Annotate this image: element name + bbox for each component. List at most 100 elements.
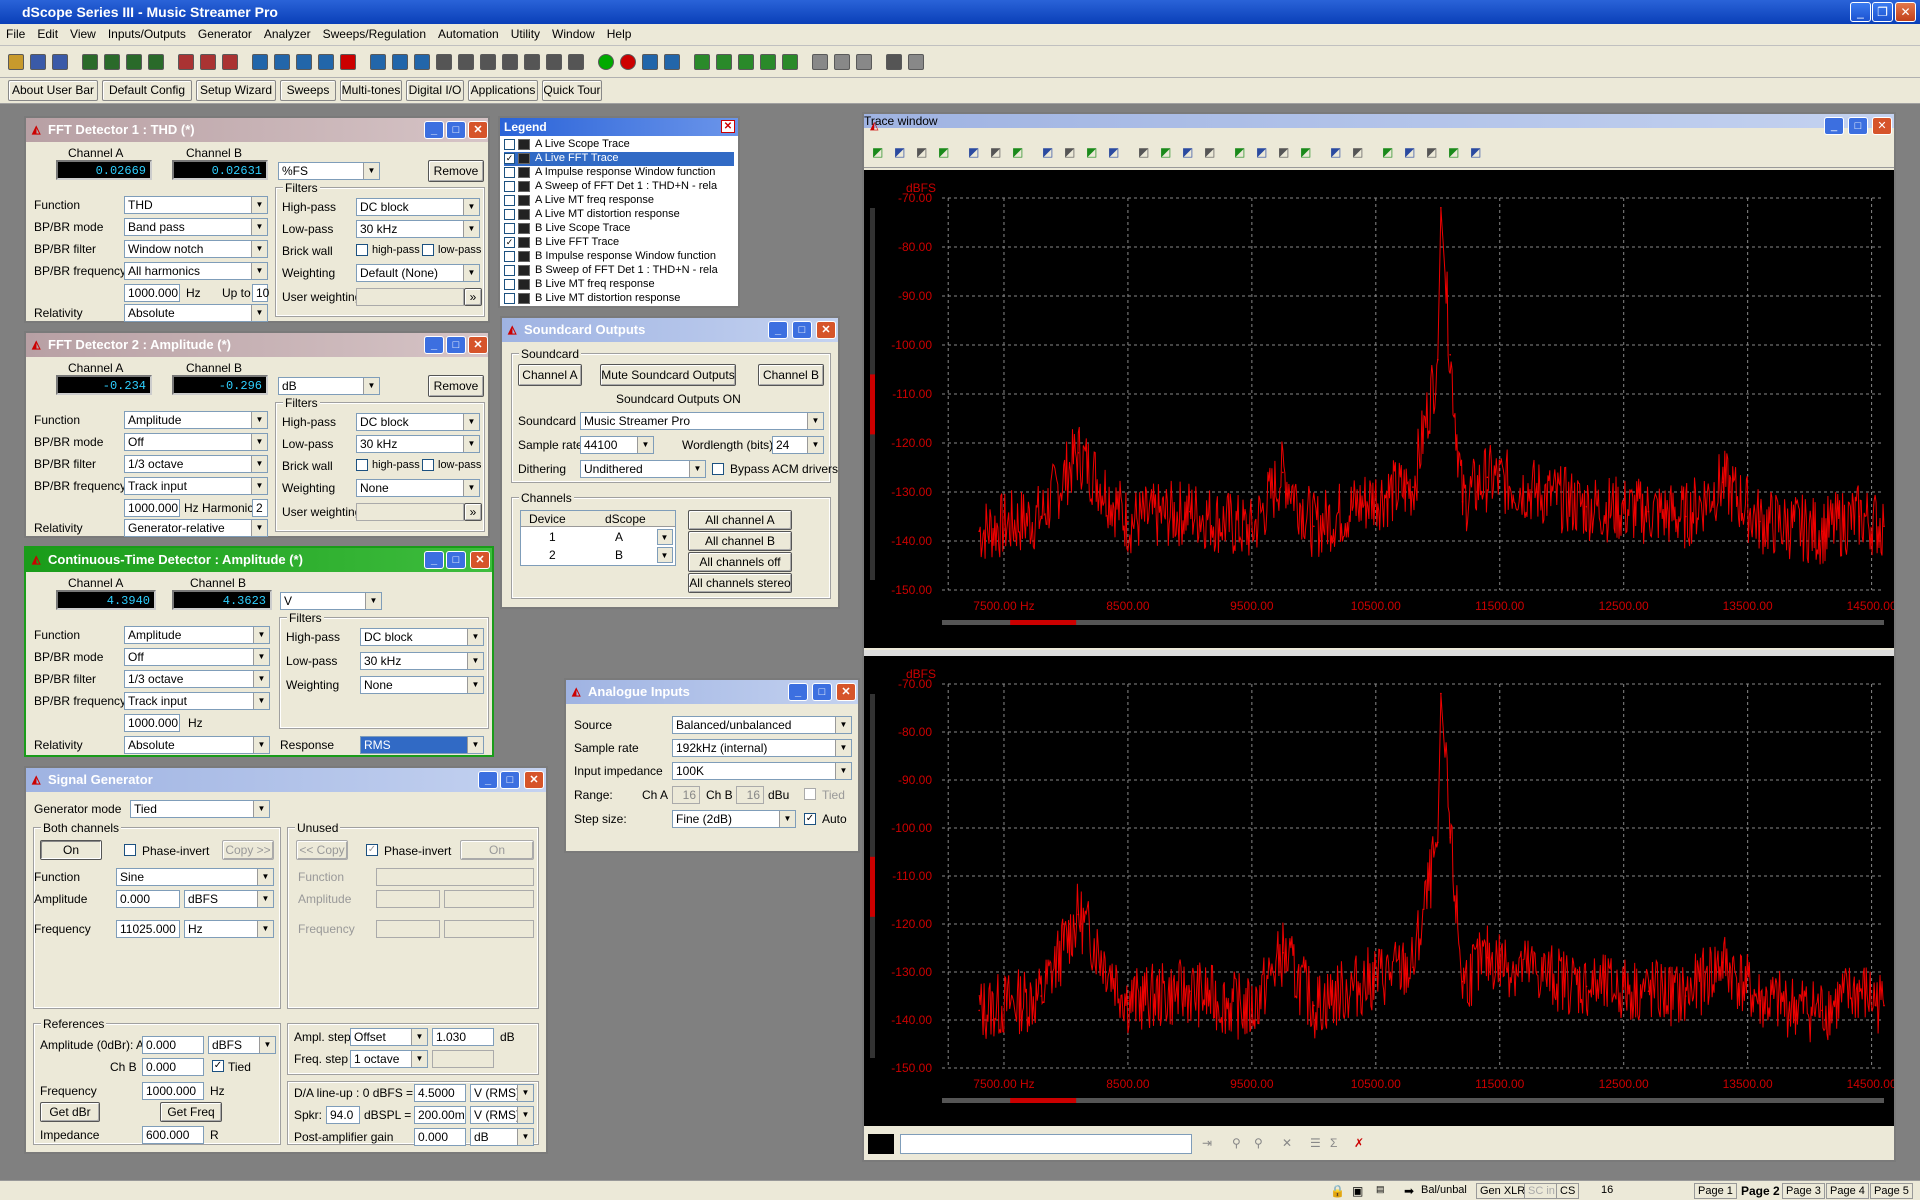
menu-analyzer[interactable]: Analyzer [258,24,317,44]
legend-checkbox[interactable] [504,208,515,220]
legend-checkbox[interactable] [504,180,515,192]
clear-icon[interactable]: ✗ [1354,1136,1364,1150]
scope-3-icon[interactable] [414,54,430,70]
run-green-icon[interactable] [598,54,614,70]
weighting-select[interactable]: None ▼ [360,676,484,694]
marker-1-icon[interactable]: ◩ [1330,145,1341,159]
input-c-icon[interactable] [296,54,312,70]
bpbr-mode-select[interactable]: Off ▼ [124,648,270,666]
input-a-icon[interactable] [252,54,268,70]
spkr-input[interactable]: 94.0 [326,1106,360,1124]
bypass-acm-checkbox[interactable] [712,463,724,475]
amplitude-unit-select[interactable]: dBFS ▼ [184,890,274,908]
legend-checkbox[interactable] [504,264,515,276]
magnify-2-icon[interactable]: ◩ [1256,145,1267,159]
scale-icon[interactable]: ◩ [1278,145,1289,159]
legend-item[interactable]: ✓ B Live FFT Trace [504,236,734,250]
legend-checkbox[interactable]: ✓ [504,236,515,248]
legend-item[interactable]: B Sweep of FFT Det 1 : THD+N - rela [504,264,734,278]
restore-icon[interactable]: ❐ [1872,2,1893,22]
function-select[interactable]: Amplitude ▼ [124,411,268,429]
remove-button[interactable]: Remove [428,160,484,182]
relativity-select[interactable]: Generator-relative ▼ [124,519,268,537]
da-lineup-unit-select[interactable]: V (RMS) ▼ [470,1084,534,1102]
menu-inputs-outputs[interactable]: Inputs/Outputs [102,24,192,44]
page-2-tab[interactable]: Page 2 [1738,1183,1783,1199]
settings-1-icon[interactable]: ◩ [1426,145,1437,159]
maximize-icon[interactable]: □ [446,336,466,354]
function-select[interactable]: Amplitude ▼ [124,626,270,644]
bpbr-mode-select[interactable]: Off ▼ [124,433,268,451]
grid-icon[interactable]: ◩ [1042,145,1053,159]
table-row[interactable]: 1 A ▼ [521,529,675,546]
gen-out-c-icon[interactable] [126,54,142,70]
menu-window[interactable]: Window [546,24,601,44]
brickwall-lowpass-checkbox[interactable] [422,244,434,256]
all-channel-b-button[interactable]: All channel B [688,531,792,551]
fft-2-icon[interactable] [458,54,474,70]
legend-checkbox[interactable] [504,194,515,206]
legend-checkbox[interactable] [504,138,515,150]
dbspl-unit-select[interactable]: V (RMS) ▼ [470,1106,534,1124]
bpbr-frequency-select[interactable]: Track input ▼ [124,692,270,710]
legend-checkbox[interactable]: ✓ [504,152,515,164]
graph-1-icon[interactable] [812,54,828,70]
legend-item[interactable]: A Live MT distortion response [504,208,734,222]
marker-3-icon[interactable]: ◩ [1382,145,1393,159]
ref-amplitude-b-input[interactable]: 0.000 [142,1058,204,1076]
userbar-sweeps-button[interactable]: Sweeps [280,80,336,101]
sweep-1-icon[interactable]: ◩ [1138,145,1149,159]
page-5-tab[interactable]: Page 5 [1870,1183,1913,1199]
minimize-icon[interactable]: _ [768,321,788,339]
legend-item[interactable]: B Live Scope Trace [504,222,734,236]
highpass-select[interactable]: DC block ▼ [360,628,484,646]
close-icon[interactable]: ✕ [524,771,544,789]
post-amp-gain-input[interactable]: 0.000 [414,1128,466,1146]
post-amp-gain-unit-select[interactable]: dB ▼ [470,1128,534,1146]
user-weighting-browse-button[interactable]: » [464,288,482,306]
frequency-unit-select[interactable]: Hz ▼ [184,920,274,938]
spectrum-chart-top[interactable]: -70.00-80.00-90.00-100.00-110.00-120.00-… [864,170,1897,648]
wordlength-select[interactable]: 24 ▼ [772,436,824,454]
ref-frequency-input[interactable]: 1000.000 [142,1082,204,1100]
menu-utility[interactable]: Utility [505,24,546,44]
get-dbr-button[interactable]: Get dBr [40,1102,100,1122]
graph-3-icon[interactable] [856,54,872,70]
tied-checkbox[interactable]: ✓ [212,1060,224,1072]
settings-3-icon[interactable]: ◩ [1470,145,1481,159]
detector-1-icon[interactable] [502,54,518,70]
fft-1-icon[interactable] [436,54,452,70]
analyzer-2-icon[interactable] [200,54,216,70]
fft-3-icon[interactable] [480,54,496,70]
maximize-icon[interactable]: □ [1848,117,1868,135]
freq-step-select[interactable]: 1 octave ▼ [350,1050,428,1068]
trace-annotation-input[interactable] [900,1134,1192,1154]
function-select[interactable]: THD ▼ [124,196,268,214]
brickwall-highpass-checkbox[interactable] [356,459,368,471]
graph-2-icon[interactable] [834,54,850,70]
upto-input[interactable]: 10 [252,284,269,302]
bpbr-frequency-select[interactable]: All harmonics ▼ [124,262,268,280]
record-red-icon[interactable] [620,54,636,70]
lowpass-select[interactable]: 30 kHz ▼ [360,652,484,670]
userbar-quick-tour-button[interactable]: Quick Tour [542,80,602,101]
add-trace-icon[interactable]: ◩ [872,145,883,159]
bpbr-mode-select[interactable]: Band pass ▼ [124,218,268,236]
maximize-icon[interactable]: □ [812,683,832,701]
userbar-multi-tones-button[interactable]: Multi-tones [340,80,402,101]
bpbr-filter-select[interactable]: Window notch ▼ [124,240,268,258]
soundcard-select[interactable]: Music Streamer Pro ▼ [580,412,824,430]
close-icon[interactable]: ✕ [816,321,836,339]
generator-mode-select[interactable]: Tied ▼ [130,800,270,818]
relativity-select[interactable]: Absolute ▼ [124,304,268,322]
page-1-tab[interactable]: Page 1 [1694,1183,1737,1199]
frequency-input[interactable]: 1000.000 [124,714,180,732]
export-icon[interactable]: ◩ [1300,145,1311,159]
save-trace-icon[interactable]: ◩ [916,145,927,159]
maximize-icon[interactable]: □ [792,321,812,339]
unit-select[interactable]: %FS ▼ [278,162,380,180]
y-scroll-thumb[interactable] [870,856,875,917]
legend-item[interactable]: A Sweep of FFT Det 1 : THD+N - rela [504,180,734,194]
userbar-applications-button[interactable]: Applications [468,80,538,101]
brickwall-highpass-checkbox[interactable] [356,244,368,256]
